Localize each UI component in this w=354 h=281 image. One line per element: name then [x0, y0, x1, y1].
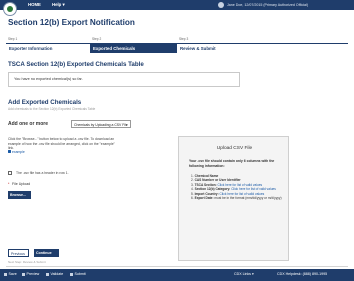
add-method-value: Chemicals by Uploading a CSV File [74, 122, 128, 127]
item-label: Export Date: [194, 196, 214, 201]
page-title: Section 12(b) Export Notification [8, 18, 135, 27]
valid-values-link[interactable]: Click here for list of valid values [217, 183, 262, 187]
panel-intro: Your .csv file should contain only 6 col… [189, 159, 275, 168]
submit-icon [70, 272, 73, 276]
browse-button[interactable]: Browse... [8, 191, 31, 199]
item-number: 3. [191, 182, 194, 187]
step-2-active[interactable]: Step 2 Exported Chemicals [90, 37, 177, 53]
footer-validate[interactable]: Validate [46, 272, 63, 276]
step-label: Exported Chemicals [90, 43, 177, 53]
example-link[interactable]: example [12, 150, 25, 154]
submit-label: Submit [74, 272, 86, 276]
step-1[interactable]: Step 1 Exporter Information [6, 37, 90, 53]
footer-toolbar: Save Preview Validate Submit CDX Links ▾… [0, 269, 354, 281]
preview-icon [22, 272, 25, 276]
header-row-label: The .csv file has a header in row 1. [16, 171, 69, 175]
header-row-checkbox[interactable] [8, 171, 12, 175]
step-3[interactable]: Step 3 Review & Submit [177, 37, 348, 53]
previous-button[interactable]: Previous [8, 249, 29, 257]
preview-label: Preview [26, 272, 40, 276]
nav-home-link[interactable]: HOME [28, 2, 41, 7]
nav-help-menu[interactable]: Help ▾ [52, 2, 65, 8]
add-one-label: Add one or more [8, 121, 49, 127]
item-label: Section 12(b) Category: [194, 187, 231, 192]
add-chemicals-subtitle: Add chemicals to the Section 12(b) Expor… [8, 107, 96, 111]
footer-save[interactable]: Save [4, 272, 17, 276]
next-step-hint: Next Step: Review & Submit [8, 260, 46, 264]
footer-submit[interactable]: Submit [70, 272, 86, 276]
save-icon [4, 272, 7, 276]
footer-preview[interactable]: Preview [22, 272, 39, 276]
continue-button[interactable]: Continue [34, 249, 59, 257]
item-label: TSCA Section: [194, 182, 217, 187]
item-number: 4. [191, 187, 194, 192]
user-icon [218, 2, 224, 8]
valid-values-link[interactable]: Click here for list of valid values [220, 192, 265, 196]
top-nav-bar: HOME Help ▾ Jane Doe, 12/07/2015 (Primar… [0, 0, 354, 10]
required-marker: * [8, 182, 10, 186]
chevron-down-icon: ▼ [125, 123, 128, 127]
file-upload-label: File Upload [12, 182, 31, 186]
step-number: Step 2 [92, 37, 102, 41]
helpdesk-info: CDX Helpdesk: (888) 890-1995 [277, 272, 328, 276]
validate-icon [46, 272, 49, 276]
agency-logo [3, 2, 17, 16]
list-item: 6. Export Date: must be in the format (m… [191, 196, 285, 200]
file-icon [8, 150, 11, 153]
item-number: 5. [191, 191, 194, 196]
item-number: 1. [191, 174, 194, 178]
add-method-select[interactable]: Chemicals by Uploading a CSV File ▼ [71, 120, 131, 128]
item-label: Chemical Name [194, 174, 219, 178]
save-label: Save [8, 272, 17, 276]
step-label: Review & Submit [177, 43, 348, 53]
step-progress: Step 1 Exporter Information Step 2 Expor… [6, 37, 348, 53]
item-label: Import Country: [194, 191, 219, 196]
chemicals-table-title: TSCA Section 12(b) Exported Chemicals Ta… [8, 61, 144, 68]
empty-table-notice: You have no exported chemical(s) so far. [8, 72, 240, 87]
item-text: must be in the format (mm/dd/yyyy or m/d… [214, 196, 282, 201]
item-number: 6. [191, 196, 194, 201]
divider [6, 266, 348, 267]
validate-label: Validate [50, 272, 64, 276]
item-label: CAS Number or User Identifier [194, 178, 241, 183]
csv-columns-list: 1. Chemical Name 2. CAS Number or User I… [191, 174, 285, 200]
valid-values-link[interactable]: Click here for list of valid values [231, 187, 276, 191]
cdx-links-menu[interactable]: CDX Links ▾ [234, 272, 254, 276]
step-number: Step 3 [179, 37, 189, 41]
add-chemicals-title: Add Exported Chemicals [8, 99, 82, 106]
logo-emblem-icon [7, 6, 13, 12]
item-number: 2. [191, 178, 194, 183]
user-info[interactable]: Jane Doe, 12/07/2015 (Primary Authorized… [227, 3, 308, 7]
step-label: Exporter Information [6, 43, 90, 53]
step-number: Step 1 [8, 37, 18, 41]
upload-csv-panel: Upload CSV File Your .csv file should co… [178, 136, 289, 261]
panel-title: Upload CSV File [216, 146, 253, 151]
